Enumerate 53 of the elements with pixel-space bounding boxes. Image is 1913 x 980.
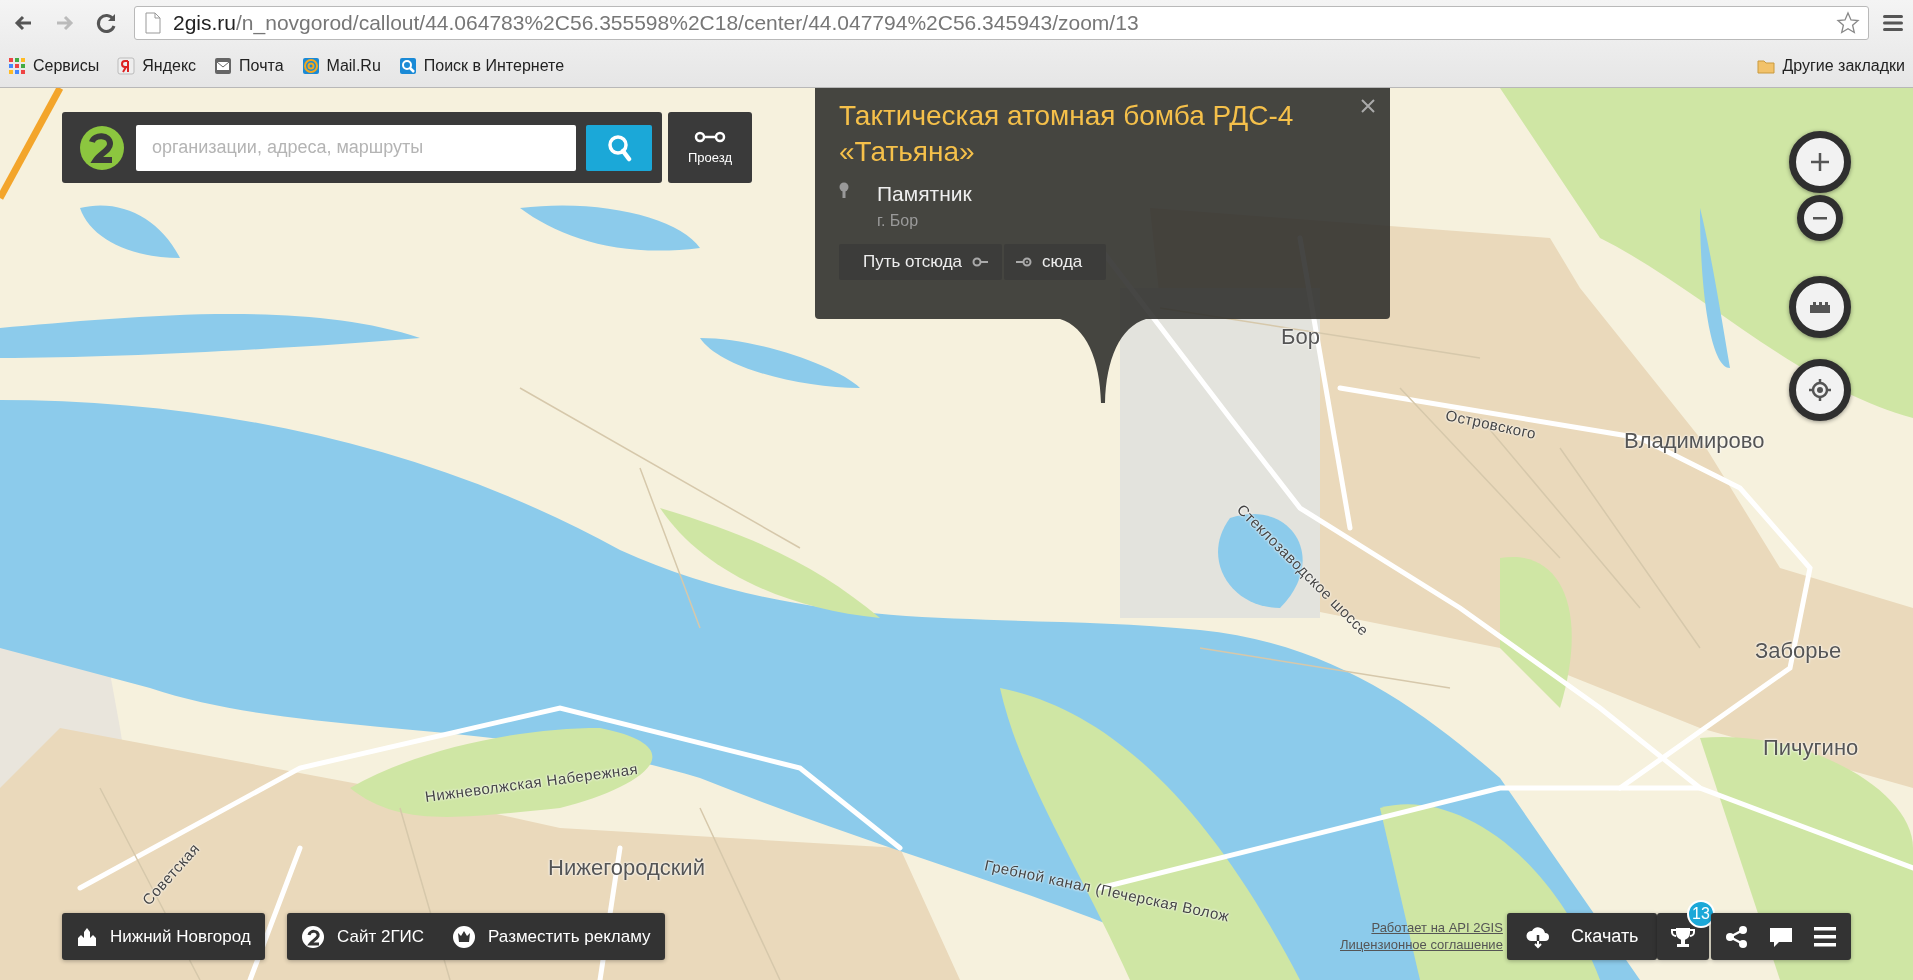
other-bookmarks-link[interactable]: Другие закладки <box>1757 57 1905 75</box>
search-icon <box>605 133 633 162</box>
place-label: Нижегородский <box>548 855 705 881</box>
url-text: 2gis.ru/n_novgorod/callout/44.064783%2C56.355598%2C18/center/44.047794%2C56.345943/zoom/13 <box>173 11 1140 35</box>
crosshair-icon <box>1808 378 1832 402</box>
speech-bubble-icon <box>1769 925 1793 948</box>
plus-icon <box>1808 150 1832 174</box>
bookmark-link[interactable]: Поиск в Интернете <box>398 57 565 75</box>
place-label: Пичугино <box>1763 735 1859 761</box>
page-icon <box>143 12 163 34</box>
pin-icon <box>839 182 849 198</box>
bookmark-link[interactable]: Яндекс <box>117 57 197 75</box>
route-to-button[interactable]: сюда <box>1004 244 1107 280</box>
trophy-icon <box>1671 925 1695 948</box>
address-bar[interactable]: 2gis.ru/n_novgorod/callout/44.064783%2C56.355598%2C18/center/44.047794%2C56.345943/zoom/13 <box>134 6 1869 40</box>
folder-icon <box>1757 57 1776 75</box>
logo-icon <box>301 924 325 949</box>
envelope-icon <box>214 57 233 75</box>
bookmark-link[interactable]: Почта <box>214 57 284 75</box>
share-icon <box>1725 924 1749 949</box>
credit-link[interactable]: Работает на API 2GIS <box>1371 920 1503 935</box>
search-button[interactable] <box>586 124 652 171</box>
credit-link[interactable]: Лицензионное соглашение <box>1340 937 1503 952</box>
bookmark-link[interactable]: Mail.Ru <box>301 57 381 75</box>
route-icon <box>694 130 726 144</box>
apps-grid-icon <box>8 57 26 75</box>
advertise-button[interactable]: Разместить рекламу <box>438 913 665 960</box>
site-link-button[interactable]: Сайт 2ГИС <box>287 913 439 960</box>
city-text: г. Бор <box>877 212 920 230</box>
place-label: Бор <box>1281 324 1320 350</box>
letter-icon <box>117 57 136 75</box>
search-icon <box>398 57 417 75</box>
logo-icon[interactable] <box>78 123 126 172</box>
cloud-download-icon <box>1525 924 1551 949</box>
menu-icon <box>1813 924 1837 949</box>
route-end-icon <box>1016 256 1032 268</box>
place-label: Владимирово <box>1624 428 1765 454</box>
ruler-icon <box>1810 301 1830 313</box>
crown-icon <box>452 924 477 949</box>
street-label: Нижневолжская Набережная <box>423 760 639 805</box>
download-button[interactable]: Скачать <box>1507 913 1657 960</box>
route-from-button[interactable]: Путь отсюда <box>839 244 1002 280</box>
search-field[interactable]: организации, адреса, маршруты <box>136 124 576 171</box>
minus-icon <box>1813 216 1827 220</box>
route-start-icon <box>972 256 988 268</box>
callout-title: Тактическая атомная бомба РДС-4 «Татьяна» <box>839 99 1295 169</box>
route-button[interactable]: Проезд <box>668 112 752 183</box>
bookmark-link[interactable]: Сервисы <box>8 57 100 75</box>
category-text: Памятник <box>877 182 972 206</box>
close-icon[interactable] <box>1360 98 1376 114</box>
place-label: Заборье <box>1755 638 1842 664</box>
star-icon[interactable] <box>1836 11 1860 35</box>
city-button[interactable]: Нижний Новгород <box>62 913 265 960</box>
